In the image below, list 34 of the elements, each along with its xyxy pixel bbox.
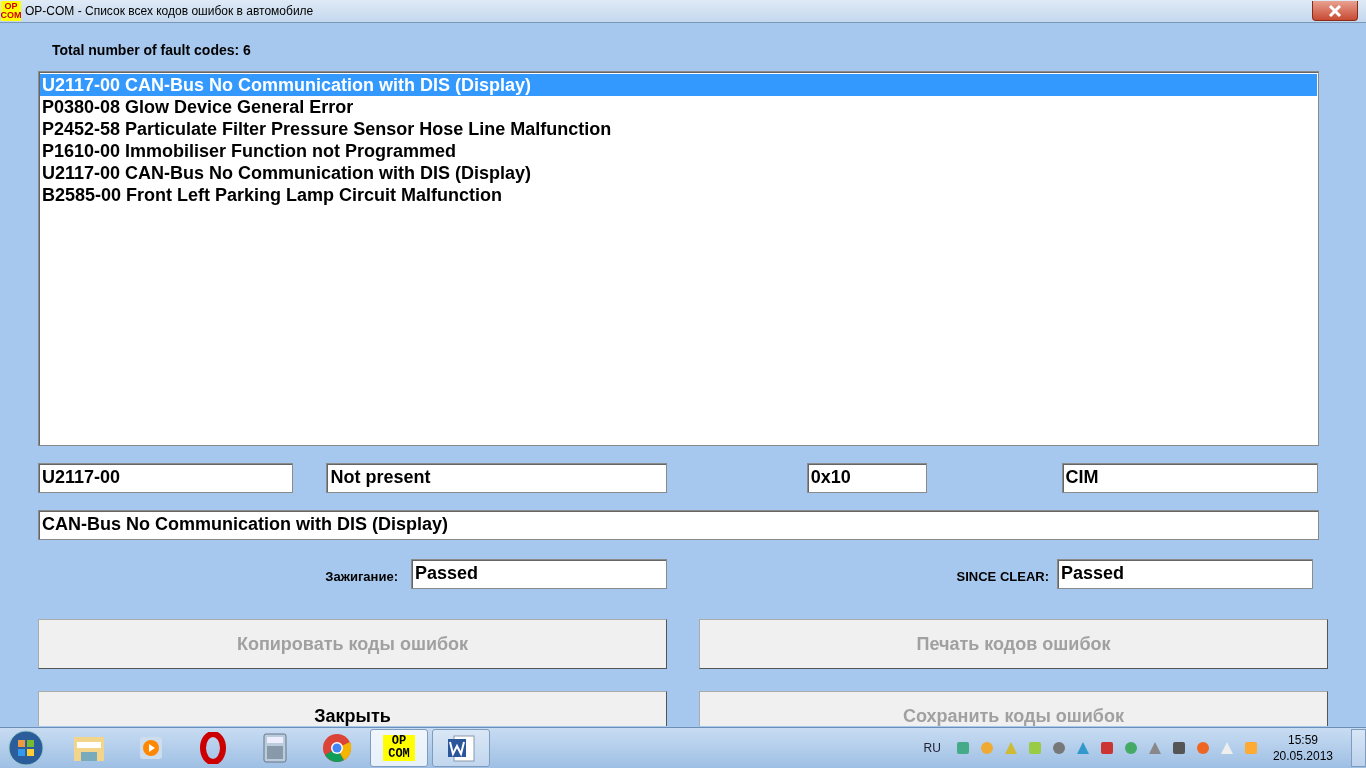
test-label: Зажигание: [324,567,398,584]
taskbar-app-button[interactable]: OP COM [370,729,428,767]
description-field: CAN-Bus No Communication with DIS (Display) [38,510,1319,540]
show-desktop-button[interactable] [1351,729,1366,767]
status-field: Not present [326,463,667,493]
close-icon [1328,4,1342,17]
app-icon: OP COM [383,735,415,761]
fault-code-item[interactable]: P0380-08 Glow Device General Error [40,96,1317,118]
module-field: CIM [1061,463,1318,493]
clock-time[interactable]: 15:59 [1287,732,1318,748]
ring-icon [200,732,226,764]
test-result-field: Passed [1057,559,1313,589]
test-label: SINCE CLEAR: [955,567,1049,584]
play-icon [137,734,165,762]
clock-date[interactable]: 20.05.2013 [1272,748,1333,764]
action-button[interactable]: Закрыть [38,691,667,726]
app-icon: OP COM [1,1,21,21]
close-button[interactable] [1312,1,1358,21]
chrome-icon [322,733,352,763]
fault-code-item[interactable]: U2117-00 CAN-Bus No Communication with DIS (Display) [40,162,1317,184]
document-icon [446,733,476,763]
fault-code-item[interactable]: P2452-58 Particulate Filter Pressure Sensor Hose Line Malfunction [40,118,1317,140]
hex-field: 0x10 [806,463,927,493]
total-count-label: Total number of fault codes: 6 [52,42,252,60]
window-title: OP-COM - Список всех кодов ошибок в автомобиле [25,4,315,18]
language-indicator[interactable]: RU [923,741,941,755]
windows-logo-icon [8,730,44,766]
code-field: U2117-00 [38,463,294,493]
fault-code-item[interactable]: B2585-00 Front Left Parking Lamp Circuit Malfunction [40,184,1317,206]
calculator-icon [263,733,287,763]
taskbar-app-button[interactable] [432,729,490,767]
folder-icon [73,734,105,762]
test-result-field: Passed [411,559,667,589]
fault-code-item[interactable]: P1610-00 Immobiliser Function not Programmed [40,140,1317,162]
